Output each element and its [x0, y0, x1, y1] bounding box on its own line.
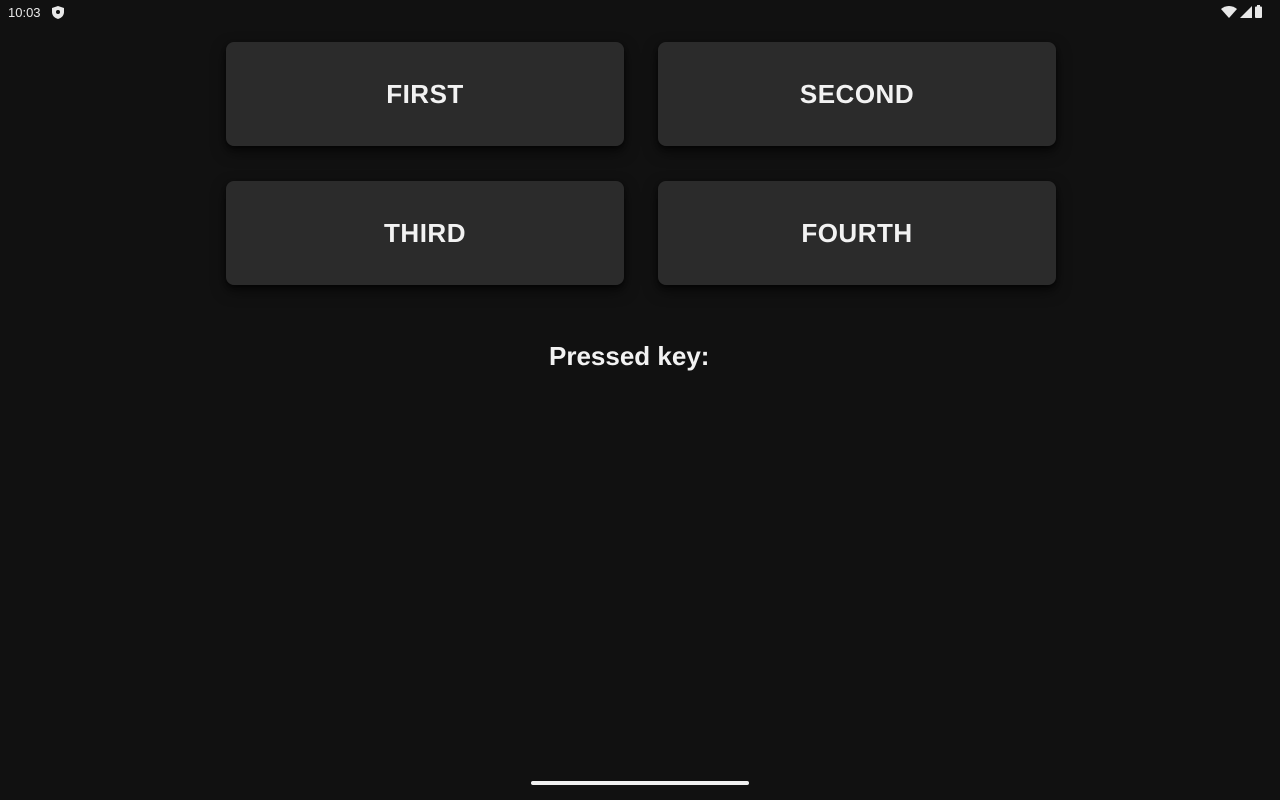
status-icons [1221, 5, 1262, 18]
status-time: 10:03 [8, 5, 41, 20]
pressed-key-row: Pressed key: [549, 338, 937, 374]
wifi-icon [1221, 5, 1237, 18]
pressed-key-label: Pressed key: [549, 340, 710, 371]
status-bar: 10:03 [0, 0, 1280, 26]
pressed-key-value [717, 338, 937, 374]
battery-icon [1255, 5, 1262, 18]
second-button[interactable]: SECOND [658, 42, 1056, 146]
fourth-button[interactable]: FOURTH [658, 181, 1056, 285]
first-button[interactable]: FIRST [226, 42, 624, 146]
third-button[interactable]: THIRD [226, 181, 624, 285]
home-indicator[interactable] [531, 781, 749, 785]
shield-icon [52, 6, 64, 19]
signal-icon [1240, 5, 1252, 18]
